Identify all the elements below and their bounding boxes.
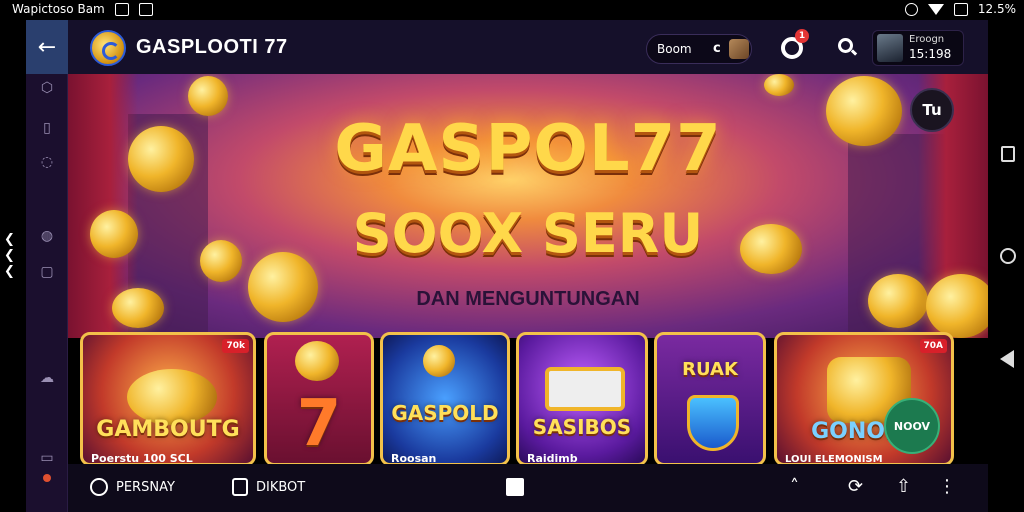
pill-letter: c <box>713 41 721 56</box>
cloud-icon[interactable]: ☁ <box>37 368 57 388</box>
system-status-bar: Wapictoso Bam 12.5% <box>0 0 1024 20</box>
system-edge-left: ❮ ❮ ❮ <box>0 20 26 512</box>
avatar <box>877 34 903 62</box>
game-cards-row: GAMBOUTG Poerstu 100 SCL 70k 7 GASPOLD R… <box>68 330 988 466</box>
bottom-nav-item[interactable]: DIKBOT <box>232 478 305 496</box>
game-title: RUAK <box>682 359 738 380</box>
app-notification-icon <box>138 2 153 16</box>
shield-icon[interactable]: ◍ <box>37 226 57 246</box>
chevron-up-icon[interactable]: ˄ <box>790 476 799 497</box>
game-card[interactable]: RUAK <box>654 332 766 466</box>
bottom-nav-label: PERSNAY <box>116 479 175 495</box>
gold-coin-icon <box>764 74 794 96</box>
brand-logo-icon[interactable] <box>90 30 126 66</box>
notification-badge: 1 <box>795 29 809 43</box>
medal-icon <box>295 341 339 381</box>
slot-reel-icon <box>545 367 625 411</box>
gallery-notification-icon <box>114 2 129 16</box>
game-title: SASIBOS <box>532 415 632 439</box>
alert-dot <box>43 474 51 482</box>
bookmark-icon[interactable]: ▯ <box>37 118 57 138</box>
shield-lightning-icon <box>687 395 739 451</box>
hexagon-icon[interactable]: ⬡ <box>37 78 57 98</box>
hero-title: GASPOL77 <box>334 112 722 186</box>
app-header: GASPLOOTI 77 Boom c 1 Eroogn 15:198 <box>68 20 988 74</box>
game-title: GASPOLD <box>391 401 499 425</box>
pill-label: Boom <box>657 42 692 56</box>
search-icon[interactable] <box>838 38 853 53</box>
play-now-button[interactable]: NOOV <box>884 398 940 454</box>
monitor-icon[interactable]: ▭ <box>37 448 57 468</box>
star-icon <box>423 345 455 377</box>
game-card[interactable]: SASIBOS Raidimb <box>516 332 648 466</box>
app-sidebar: ← ⬡ ▯ ◌ ◍ ▢ ☁ ▭ <box>26 20 68 512</box>
tablet-icon <box>232 478 248 496</box>
back-icon[interactable] <box>1000 350 1014 368</box>
game-card[interactable]: GASPOLD Roosan <box>380 332 510 466</box>
more-vertical-icon[interactable]: ⋮ <box>938 476 956 497</box>
pill-avatar <box>729 39 749 59</box>
balance-pill[interactable]: Boom c <box>646 34 752 64</box>
recent-apps-icon[interactable] <box>1001 146 1015 162</box>
system-nav-bar <box>988 20 1024 512</box>
user-time: 15:198 <box>909 47 952 61</box>
alarm-icon <box>904 2 918 16</box>
back-arrow-button[interactable]: ← <box>26 20 68 74</box>
refresh-icon[interactable]: ⟳ <box>848 476 863 497</box>
hero-tagline: DAN MENGUNTUNGAN <box>416 288 640 310</box>
edge-chevron-icon[interactable]: ❮ <box>4 248 15 263</box>
game-title: 7 <box>296 387 342 461</box>
share-icon[interactable]: ⇧ <box>896 476 911 497</box>
game-card[interactable]: GAMBOUTG Poerstu 100 SCL 70k <box>80 332 256 466</box>
bottom-nav-bar: PERSNAY DIKBOT ˄ ⟳ ⇧ ⋮ <box>68 464 988 512</box>
game-badge: 70A <box>919 339 947 353</box>
user-name: Eroogn <box>909 34 945 45</box>
square-icon[interactable]: ▢ <box>37 262 57 282</box>
chat-icon[interactable]: ◌ <box>37 152 57 172</box>
edge-chevron-icon[interactable]: ❮ <box>4 232 15 247</box>
game-title: GAMBOUTG <box>96 417 240 442</box>
game-badge: 70k <box>222 339 249 353</box>
hero-banner[interactable]: GASPOL77 SOOX SERU DAN MENGUNTUNGAN Tu <box>68 74 988 338</box>
user-profile-card[interactable]: Eroogn 15:198 <box>872 30 964 66</box>
battery-text: 12.5% <box>977 2 1016 16</box>
gold-coin-icon <box>188 76 228 116</box>
screen-icon[interactable] <box>506 478 524 496</box>
brand-name[interactable]: GASPLOOTI 77 <box>136 36 288 59</box>
hero-subtitle: SOOX SERU <box>352 202 704 265</box>
home-icon[interactable] <box>1000 248 1016 264</box>
wifi-icon <box>927 3 944 15</box>
language-toggle-button[interactable]: Tu <box>910 88 954 132</box>
edge-chevron-icon[interactable]: ❮ <box>4 264 15 279</box>
status-left-text: Wapictoso Bam <box>12 2 105 16</box>
bottom-nav-label: DIKBOT <box>256 479 306 495</box>
game-card[interactable]: 7 <box>264 332 374 466</box>
power-icon <box>90 478 108 496</box>
sim-icon <box>953 2 968 16</box>
bottom-nav-item[interactable]: PERSNAY <box>90 478 175 496</box>
